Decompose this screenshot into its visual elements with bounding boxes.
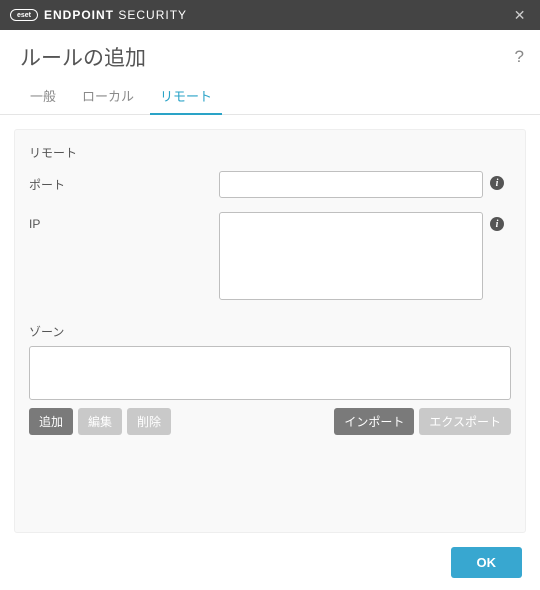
section-label-remote: リモート [29, 144, 511, 161]
tab-panel-remote: リモート ポート i IP i ゾーン [14, 129, 526, 533]
header-row: ルールの追加 ? [0, 30, 540, 78]
zone-button-row: 追加 編集 削除 インポート エクスポート [29, 408, 511, 435]
info-icon[interactable]: i [490, 176, 504, 190]
zone-delete-button: 削除 [127, 408, 171, 435]
label-ip: IP [29, 212, 219, 231]
content-area: ルールの追加 ? 一般 ローカル リモート リモート ポート i IP [0, 30, 540, 590]
zone-export-button: エクスポート [419, 408, 511, 435]
zone-list[interactable] [29, 346, 511, 400]
tab-general[interactable]: 一般 [20, 78, 66, 114]
ok-button[interactable]: OK [451, 547, 523, 578]
help-icon[interactable]: ? [515, 47, 524, 67]
brand-name-rest: SECURITY [114, 8, 187, 22]
brand-name: ENDPOINT SECURITY [44, 8, 187, 22]
tab-remote[interactable]: リモート [150, 78, 222, 115]
close-icon[interactable]: ✕ [510, 8, 530, 22]
label-zone: ゾーン [29, 323, 511, 340]
titlebar: eset ENDPOINT SECURITY ✕ [0, 0, 540, 30]
dialog-footer: OK [0, 533, 540, 578]
page-title: ルールの追加 [20, 42, 515, 72]
brand-name-bold: ENDPOINT [44, 8, 114, 22]
zone-add-button[interactable]: 追加 [29, 408, 73, 435]
dialog-window: eset ENDPOINT SECURITY ✕ ルールの追加 ? 一般 ローカ… [0, 0, 540, 590]
tab-local[interactable]: ローカル [72, 78, 144, 114]
row-port: ポート i [29, 171, 511, 198]
label-port: ポート [29, 171, 219, 193]
row-ip: IP i [29, 212, 511, 305]
brand-logo: eset [10, 9, 38, 21]
zone-edit-button: 編集 [78, 408, 122, 435]
zone-import-button[interactable]: インポート [334, 408, 414, 435]
input-port[interactable] [219, 171, 483, 198]
info-icon[interactable]: i [490, 217, 504, 231]
zone-block: ゾーン 追加 編集 削除 インポート エクスポート [29, 323, 511, 435]
tab-bar: 一般 ローカル リモート [0, 78, 540, 115]
input-ip[interactable] [219, 212, 483, 300]
